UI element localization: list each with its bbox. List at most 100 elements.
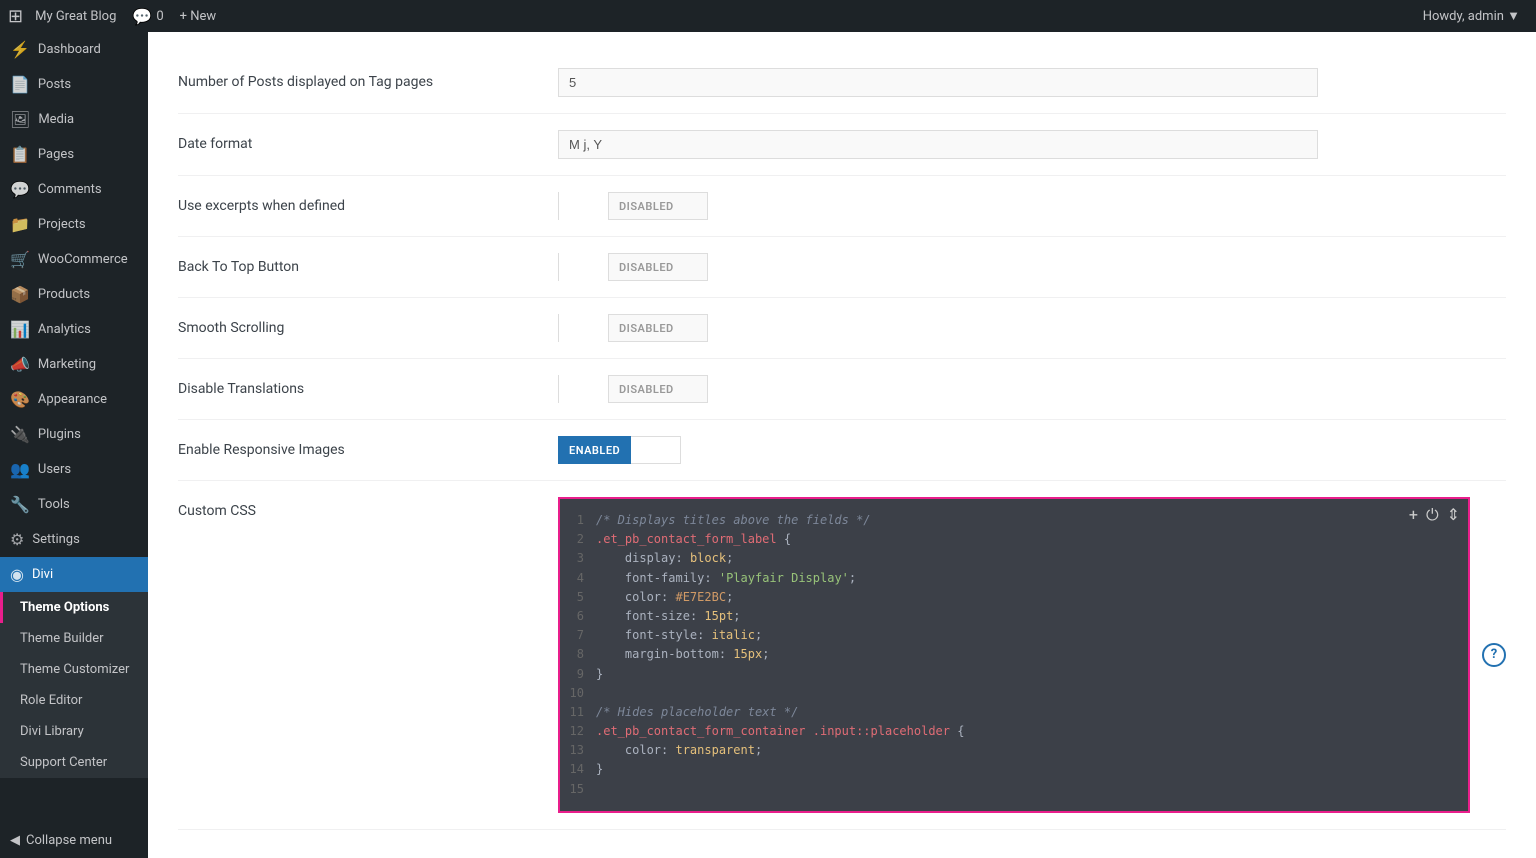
pages-icon: 📋 [10,145,30,164]
marketing-icon: 📣 [10,355,30,374]
code-line-7: 7 font-style: italic; [560,626,1468,645]
css-expand-icon[interactable]: ⇕ [1447,505,1460,525]
collapse-menu-button[interactable]: ◀ Collapse menu [0,823,148,858]
label-smooth-scrolling: Smooth Scrolling [178,314,558,336]
control-use-excerpts: DISABLED [558,192,1506,220]
toggle-enabled-label: ENABLED [558,436,631,464]
code-line-9: 9 } [560,665,1468,684]
wp-logo-icon[interactable]: ⊞ [8,6,23,27]
toggle-slider-smooth-scrolling [559,314,609,342]
control-custom-css: + ⏻ ⇕ 1 /* Displays titles above the fie… [558,497,1506,813]
sidebar-item-projects[interactable]: 📁 Projects [0,207,148,242]
sidebar-item-plugins[interactable]: 🔌 Plugins [0,417,148,452]
site-name[interactable]: My Great Blog [27,9,124,24]
control-smooth-scrolling: DISABLED [558,314,1506,342]
sidebar-item-pages[interactable]: 📋 Pages [0,137,148,172]
code-line-14: 14 } [560,760,1468,779]
control-num-posts [558,68,1506,97]
toggle-disable-translations[interactable]: DISABLED [558,375,708,403]
content-area: Number of Posts displayed on Tag pages D… [148,32,1536,858]
css-editor[interactable]: + ⏻ ⇕ 1 /* Displays titles above the fie… [558,497,1470,813]
admin-bar: ⊞ My Great Blog 💬 0 + New Howdy, admin ▼ [0,0,1536,32]
settings-panel: Number of Posts displayed on Tag pages D… [148,32,1536,858]
control-responsive-images: ENABLED [558,436,1506,464]
posts-icon: 📄 [10,75,30,94]
settings-icon: ⚙ [10,530,24,549]
row-num-posts: Number of Posts displayed on Tag pages [178,52,1506,114]
help-button[interactable]: ? [1482,643,1506,667]
row-custom-css: Custom CSS + ⏻ ⇕ 1 /* Displa [178,481,1506,830]
sidebar-item-appearance[interactable]: 🎨 Appearance [0,382,148,417]
css-add-icon[interactable]: + [1409,505,1418,525]
sidebar-item-divi[interactable]: ◉ Divi [0,557,148,592]
css-power-icon[interactable]: ⏻ [1426,505,1439,525]
control-back-to-top: DISABLED [558,253,1506,281]
plugins-icon: 🔌 [10,425,30,444]
toggle-slider-back-to-top [559,253,609,281]
sidebar-item-products[interactable]: 📦 Products [0,277,148,312]
comments-icon: 💬 [132,7,152,26]
toggle-slider-disable-translations [559,375,609,403]
sidebar-item-woocommerce[interactable]: 🛒 WooCommerce [0,242,148,277]
sidebar-item-theme-customizer[interactable]: Theme Customizer [0,654,148,685]
row-disable-translations: Disable Translations DISABLED [178,359,1506,420]
row-back-to-top: Back To Top Button DISABLED [178,237,1506,298]
toggle-responsive-images[interactable]: ENABLED [558,436,681,464]
sidebar-item-analytics[interactable]: 📊 Analytics [0,312,148,347]
code-line-15: 15 [560,780,1468,799]
sidebar-item-tools[interactable]: 🔧 Tools [0,487,148,522]
code-line-12: 12 .et_pb_contact_form_container .input:… [560,722,1468,741]
woocommerce-icon: 🛒 [10,250,30,269]
sidebar-item-support-center[interactable]: Support Center [0,747,148,778]
toggle-smooth-scrolling[interactable]: DISABLED [558,314,708,342]
row-responsive-images: Enable Responsive Images ENABLED [178,420,1506,481]
label-use-excerpts: Use excerpts when defined [178,192,558,214]
appearance-icon: 🎨 [10,390,30,409]
sidebar-item-users[interactable]: 👥 Users [0,452,148,487]
row-smooth-scrolling: Smooth Scrolling DISABLED [178,298,1506,359]
sidebar-item-dashboard[interactable]: ⚡ Dashboard [0,32,148,67]
sidebar: ⚡ Dashboard 📄 Posts 🖼 Media 📋 Pages 💬 Co… [0,32,148,858]
label-back-to-top: Back To Top Button [178,253,558,275]
user-greeting[interactable]: Howdy, admin ▼ [1415,8,1528,24]
label-custom-css: Custom CSS [178,497,558,519]
toggle-enabled-slider [631,436,681,464]
input-date-format[interactable] [558,130,1318,159]
code-line-13: 13 color: transparent; [560,741,1468,760]
sidebar-item-posts[interactable]: 📄 Posts [0,67,148,102]
users-icon: 👥 [10,460,30,479]
code-line-5: 5 color: #E7E2BC; [560,588,1468,607]
sidebar-item-settings[interactable]: ⚙ Settings [0,522,148,557]
analytics-icon: 📊 [10,320,30,339]
toggle-label-smooth-scrolling: DISABLED [609,322,684,335]
row-use-excerpts: Use excerpts when defined DISABLED [178,176,1506,237]
control-disable-translations: DISABLED [558,375,1506,403]
toggle-label-use-excerpts: DISABLED [609,200,684,213]
css-editor-toolbar: + ⏻ ⇕ [1409,505,1460,525]
divi-submenu: Theme Options Theme Builder Theme Custom… [0,592,148,778]
collapse-icon: ◀ [10,833,20,848]
row-date-format: Date format [178,114,1506,176]
input-num-posts[interactable] [558,68,1318,97]
css-editor-body: 1 /* Displays titles above the fields */… [560,499,1468,811]
label-date-format: Date format [178,130,558,152]
sidebar-item-theme-builder[interactable]: Theme Builder [0,623,148,654]
sidebar-item-comments[interactable]: 💬 Comments [0,172,148,207]
sidebar-item-role-editor[interactable]: Role Editor [0,685,148,716]
sidebar-item-media[interactable]: 🖼 Media [0,102,148,137]
dashboard-icon: ⚡ [10,40,30,59]
toggle-use-excerpts[interactable]: DISABLED [558,192,708,220]
comments-link[interactable]: 💬 0 [124,7,171,26]
new-item-link[interactable]: + New [172,9,225,24]
sidebar-item-theme-options[interactable]: Theme Options [0,592,148,623]
toggle-label-disable-translations: DISABLED [609,383,684,396]
toggle-label-back-to-top: DISABLED [609,261,684,274]
projects-icon: 📁 [10,215,30,234]
sidebar-item-divi-library[interactable]: Divi Library [0,716,148,747]
toggle-back-to-top[interactable]: DISABLED [558,253,708,281]
comments-nav-icon: 💬 [10,180,30,199]
main-layout: ⚡ Dashboard 📄 Posts 🖼 Media 📋 Pages 💬 Co… [0,32,1536,858]
sidebar-item-marketing[interactable]: 📣 Marketing [0,347,148,382]
code-line-2: 2 .et_pb_contact_form_label { [560,530,1468,549]
products-icon: 📦 [10,285,30,304]
